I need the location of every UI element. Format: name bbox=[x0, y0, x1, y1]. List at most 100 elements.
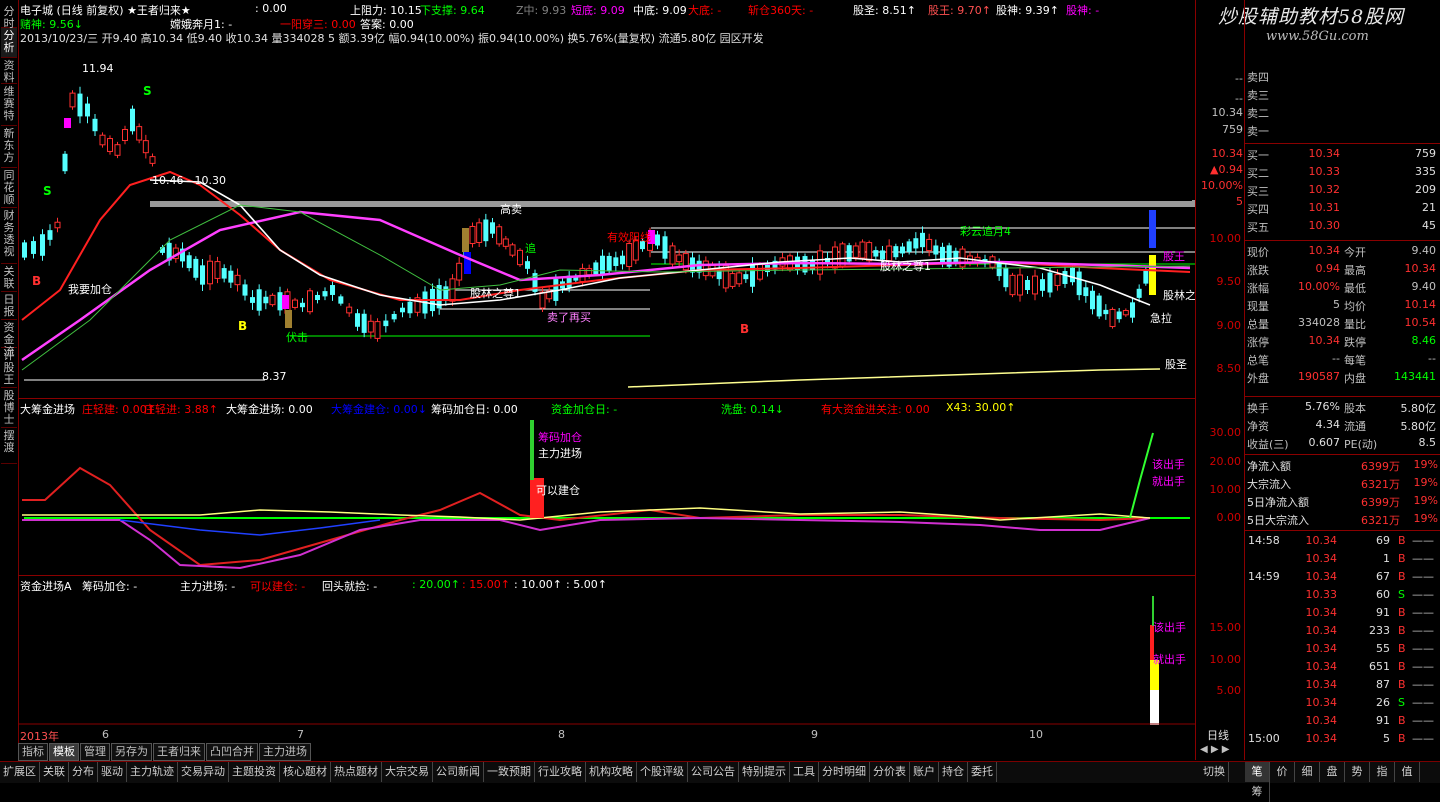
ind1-blue-line bbox=[119, 519, 381, 536]
trade-signal: B bbox=[740, 322, 749, 336]
signal-candle bbox=[462, 228, 469, 252]
bottom-menu-item[interactable]: 机构攻略 bbox=[586, 762, 637, 782]
chart-tab[interactable]: 模板 bbox=[49, 743, 79, 761]
rightpanel-tab[interactable]: 笔 bbox=[1245, 762, 1270, 782]
sidebar-tab[interactable]: 日报 bbox=[1, 292, 17, 320]
sidebar-tab[interactable]: 资金流 bbox=[1, 320, 17, 358]
bottom-menu-item[interactable]: 主力轨迹 bbox=[127, 762, 178, 782]
chart-tab[interactable]: 主力进场 bbox=[259, 743, 311, 761]
bottom-menu-item[interactable]: 分布 bbox=[69, 762, 98, 782]
axis-tick-label: 9.50 bbox=[1216, 275, 1242, 288]
tick-volume: 233 bbox=[1369, 624, 1390, 637]
axis-tick-label: 10.00 bbox=[1209, 483, 1242, 496]
bottom-menu-item[interactable]: 分价表 bbox=[870, 762, 910, 782]
tick-volume: 69 bbox=[1376, 534, 1390, 547]
sidebar-tab[interactable]: 分析 bbox=[1, 28, 17, 58]
rightpanel-tab[interactable]: 价 bbox=[1270, 762, 1295, 782]
candle-down bbox=[77, 93, 83, 117]
sidebar-tab[interactable]: 摆渡 bbox=[1, 428, 17, 464]
scroll-arrows[interactable]: ◀ ▶ ▶ bbox=[1200, 744, 1229, 755]
candle-down bbox=[31, 241, 36, 254]
quote-label: 外盘 bbox=[1247, 372, 1269, 385]
candle-down bbox=[1130, 302, 1135, 318]
chart-tab[interactable]: 凸凹合并 bbox=[206, 743, 258, 761]
sidebar-tab[interactable]: 维赛特 bbox=[1, 84, 17, 126]
candle-down bbox=[743, 274, 749, 280]
bottom-menu-item[interactable]: 大宗交易 bbox=[382, 762, 433, 782]
bottom-menu-item[interactable]: 热点题材 bbox=[331, 762, 382, 782]
rightpanel-tab[interactable]: 值 bbox=[1395, 762, 1420, 782]
sidebar-tab[interactable]: 财务透视 bbox=[1, 208, 17, 264]
bottom-menu-item[interactable]: 主题投资 bbox=[229, 762, 280, 782]
axis-tick-label: 5.00 bbox=[1216, 684, 1242, 697]
candle-down bbox=[920, 232, 925, 248]
chart-annotation: 急拉 bbox=[1150, 311, 1172, 325]
tick-volume: 67 bbox=[1376, 570, 1390, 583]
period-label[interactable]: 日线 bbox=[1207, 727, 1229, 743]
bottom-menu-item[interactable]: 特别提示 bbox=[739, 762, 790, 782]
chart-tab[interactable]: 指标 bbox=[18, 743, 48, 761]
candle-up bbox=[367, 320, 374, 333]
bottom-menu-item[interactable]: 账户 bbox=[910, 762, 939, 782]
rightpanel-tab[interactable]: 筹 bbox=[1245, 782, 1270, 802]
bottom-menu-item[interactable]: 公司公告 bbox=[688, 762, 739, 782]
candle-down bbox=[1003, 267, 1009, 288]
candle-up bbox=[307, 290, 313, 313]
buy-level-label: 买五 bbox=[1247, 221, 1269, 234]
buy-level-price: 10.30 bbox=[1308, 219, 1341, 232]
quote-label: 涨跌 bbox=[1247, 264, 1269, 277]
bottom-menu-item[interactable]: 持仓 bbox=[939, 762, 968, 782]
rightpanel-tab[interactable]: 势 bbox=[1345, 762, 1370, 782]
sidebar-tab[interactable]: 同花顺 bbox=[1, 168, 17, 208]
bottom-menu-item[interactable]: 分时明细 bbox=[819, 762, 870, 782]
quote-value: -- bbox=[1332, 352, 1340, 365]
chart-tab[interactable]: 管理 bbox=[80, 743, 110, 761]
chart-tab[interactable]: 另存为 bbox=[111, 743, 152, 761]
candle-down bbox=[913, 238, 919, 249]
bottom-menu-item[interactable]: 行业攻略 bbox=[535, 762, 586, 782]
chart-annotation: 股圣 bbox=[1165, 358, 1187, 371]
bottom-menu-item[interactable]: 核心题材 bbox=[280, 762, 331, 782]
sidebar-tab[interactable]: 关联 bbox=[1, 264, 17, 292]
chart-annotation: 彩云追月4 bbox=[960, 224, 1011, 238]
rightpanel-tab[interactable]: 盘 bbox=[1320, 762, 1345, 782]
tick-price: 10.34 bbox=[1305, 606, 1338, 619]
candle-up bbox=[114, 144, 121, 156]
quote-value: 10.34 bbox=[1404, 262, 1437, 275]
bottom-menu-item[interactable]: 关联 bbox=[40, 762, 69, 782]
bottom-menu-item[interactable]: 个股评级 bbox=[637, 762, 688, 782]
quote-value: 0.607 bbox=[1308, 436, 1341, 449]
watermark: 炒股辅助教材58股网 www.58Gu.com bbox=[1218, 2, 1440, 50]
rightpanel-tab[interactable]: 细 bbox=[1295, 762, 1320, 782]
bottom-menu-item[interactable]: 公司新闻 bbox=[433, 762, 484, 782]
bottom-menu-item[interactable]: 工具 bbox=[790, 762, 819, 782]
quote-value: 5.80亿 bbox=[1400, 402, 1437, 415]
switch-button[interactable]: 切换 bbox=[1200, 762, 1229, 782]
kline-chart[interactable]: 11.94 10.46 - 10.30 高卖追我要加仓伏击 8.37 股林之尊1 卖了再买… bbox=[18, 46, 1245, 743]
bottom-menu-item[interactable]: 扩展区 bbox=[0, 762, 40, 782]
time-axis-label: 9 bbox=[811, 728, 818, 741]
ind2-white-bar bbox=[1150, 690, 1159, 725]
sidebar-tab[interactable]: 新东方 bbox=[1, 126, 17, 168]
rightpanel-tab[interactable]: 指 bbox=[1370, 762, 1395, 782]
bottom-menu-item[interactable]: 驱动 bbox=[98, 762, 127, 782]
chart-tab[interactable]: 王者归来 bbox=[153, 743, 205, 761]
sidebar-tab[interactable]: 股博士 bbox=[1, 388, 17, 428]
sidebar-tab[interactable]: 分时 bbox=[1, 4, 17, 30]
bottom-menu-item[interactable]: 交易异动 bbox=[178, 762, 229, 782]
watermark-url: www.58Gu.com bbox=[1266, 29, 1369, 44]
header-field: 股圣: 8.51↑ bbox=[853, 4, 916, 17]
sidebar-tab[interactable]: 资料 bbox=[1, 58, 17, 84]
ind1-label: 可以建仓 bbox=[536, 483, 580, 497]
tick-volume: 60 bbox=[1376, 588, 1390, 601]
quote-label: 流通 bbox=[1344, 420, 1366, 433]
quote-label: 每笔 bbox=[1344, 354, 1366, 367]
axis-divider bbox=[1195, 0, 1196, 760]
bottom-menu-item[interactable]: 委托 bbox=[968, 762, 997, 782]
axis-tick-label: 10.00 bbox=[1209, 232, 1242, 245]
bottom-menu-item[interactable]: 一致预期 bbox=[484, 762, 535, 782]
sidebar-tab[interactable]: 评股王 bbox=[1, 348, 17, 388]
flow-value: 6399万 bbox=[1361, 460, 1400, 473]
flow-label: 5日净流入额 bbox=[1247, 496, 1309, 509]
quote-label: 收益(三) bbox=[1247, 438, 1289, 451]
